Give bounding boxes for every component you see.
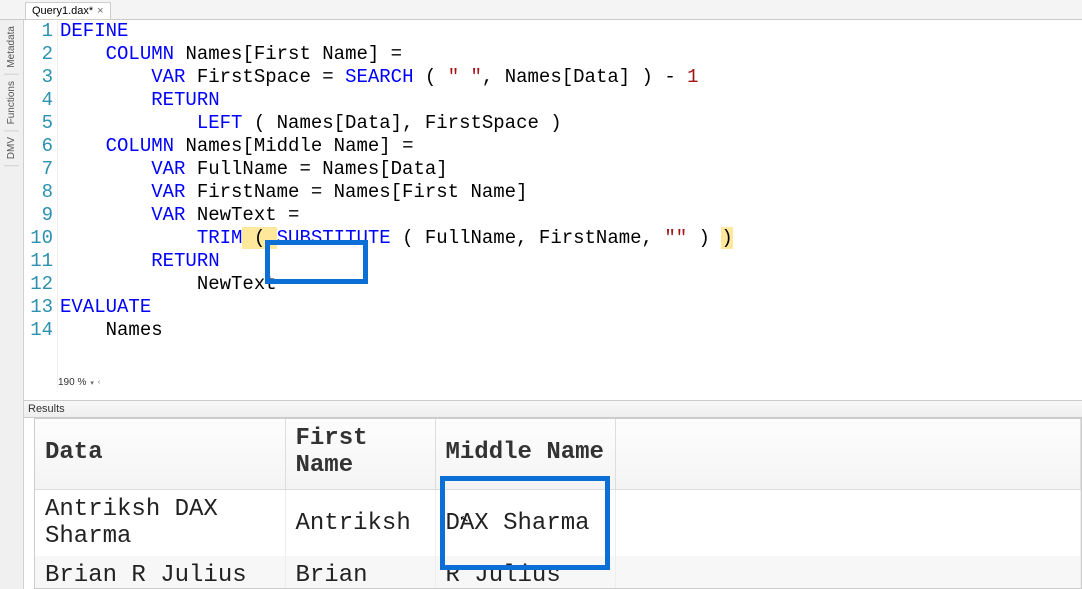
line-num: 4	[24, 89, 53, 112]
code-text: ( FullName, FirstName,	[391, 227, 665, 249]
code-editor[interactable]: 1 2 3 4 5 6 7 8 9 10 11 12 13 14 DEFINE …	[24, 20, 1082, 390]
fn-left: LEFT	[197, 112, 243, 134]
gutter-dmv[interactable]: DMV	[4, 131, 19, 166]
col-header-empty	[615, 419, 1081, 490]
kw-column: COLUMN	[106, 43, 186, 65]
gutter-functions[interactable]: Functions	[4, 75, 19, 131]
code-text: Names[First Name] =	[185, 43, 413, 65]
tab-bar: Query1.dax* ×	[0, 0, 1082, 20]
col-header-first[interactable]: First Name	[285, 419, 435, 490]
table-row[interactable]: Brian R Julius Brian R Julius	[35, 556, 1081, 589]
results-table[interactable]: Data First Name Middle Name Antriksh DAX…	[35, 419, 1081, 589]
line-num: 9	[24, 204, 53, 227]
line-num: 6	[24, 135, 53, 158]
zoom-tick-icon: ‹	[98, 379, 100, 386]
line-num: 1	[24, 20, 53, 43]
code-text: )	[687, 227, 721, 249]
cell-data: Brian R Julius	[35, 556, 285, 589]
results-panel-header[interactable]: Results	[24, 400, 1082, 418]
kw-var: VAR	[151, 204, 197, 226]
code-text: FirstSpace =	[197, 66, 345, 88]
line-num: 13	[24, 296, 53, 319]
code-text: ( Names[Data], FirstSpace )	[242, 112, 561, 134]
line-num: 12	[24, 273, 53, 296]
zoom-value: 190 %	[58, 377, 86, 388]
cell-empty	[615, 556, 1081, 589]
close-icon[interactable]: ×	[97, 5, 103, 17]
line-num: 11	[24, 250, 53, 273]
cell-first: Antriksh	[285, 490, 435, 557]
cell-first: Brian	[285, 556, 435, 589]
kw-define: DEFINE	[60, 20, 128, 42]
zoom-control[interactable]: 190 % ▾ ‹	[58, 377, 100, 388]
col-header-middle[interactable]: Middle Name	[435, 419, 615, 490]
kw-var: VAR	[151, 158, 197, 180]
kw-var: VAR	[151, 181, 197, 203]
kw-return: RETURN	[151, 250, 219, 272]
results-panel: Data First Name Middle Name Antriksh DAX…	[34, 418, 1082, 589]
col-header-data[interactable]: Data	[35, 419, 285, 490]
kw-return: RETURN	[151, 89, 219, 111]
kw-column: COLUMN	[106, 135, 186, 157]
str-lit: ""	[664, 227, 687, 249]
cell-middle: DAX Sharma	[435, 490, 615, 557]
line-num: 10	[24, 227, 53, 250]
num-lit: 1	[687, 66, 698, 88]
code-text: FullName = Names[Data]	[197, 158, 448, 180]
cell-empty	[615, 490, 1081, 557]
paren-close: )	[721, 227, 732, 249]
paren-open: (	[242, 227, 276, 249]
chevron-down-icon[interactable]: ▾	[90, 379, 94, 387]
kw-evaluate: EVALUATE	[60, 296, 151, 318]
line-num: 14	[24, 319, 53, 342]
tab-title: Query1.dax*	[32, 5, 93, 17]
fn-search: SEARCH	[345, 66, 413, 88]
line-numbers: 1 2 3 4 5 6 7 8 9 10 11 12 13 14	[24, 20, 58, 388]
cell-middle: R Julius	[435, 556, 615, 589]
gutter-metadata[interactable]: Metadata	[4, 20, 19, 75]
str-lit: " "	[448, 66, 482, 88]
code-text: NewText	[197, 273, 277, 295]
code-text: NewText =	[197, 204, 311, 226]
query-tab[interactable]: Query1.dax* ×	[25, 2, 111, 19]
cell-data: Antriksh DAX Sharma	[35, 490, 285, 557]
line-num: 2	[24, 43, 53, 66]
line-num: 7	[24, 158, 53, 181]
code-text: FirstName = Names[First Name]	[197, 181, 528, 203]
line-num: 8	[24, 181, 53, 204]
code-text: (	[413, 66, 447, 88]
code-content[interactable]: DEFINE COLUMN Names[First Name] = VAR Fi…	[58, 20, 733, 388]
code-text: Names[Middle Name] =	[185, 135, 424, 157]
code-text: Names	[106, 319, 163, 341]
table-row[interactable]: Antriksh DAX Sharma Antriksh DAX Sharma	[35, 490, 1081, 557]
code-text: , Names[Data] ) -	[482, 66, 687, 88]
line-num: 3	[24, 66, 53, 89]
side-gutter: Metadata Functions DMV	[0, 20, 24, 589]
line-num: 5	[24, 112, 53, 135]
fn-trim: TRIM	[197, 227, 243, 249]
fn-substitute: SUBSTITUTE	[277, 227, 391, 249]
kw-var: VAR	[151, 66, 197, 88]
